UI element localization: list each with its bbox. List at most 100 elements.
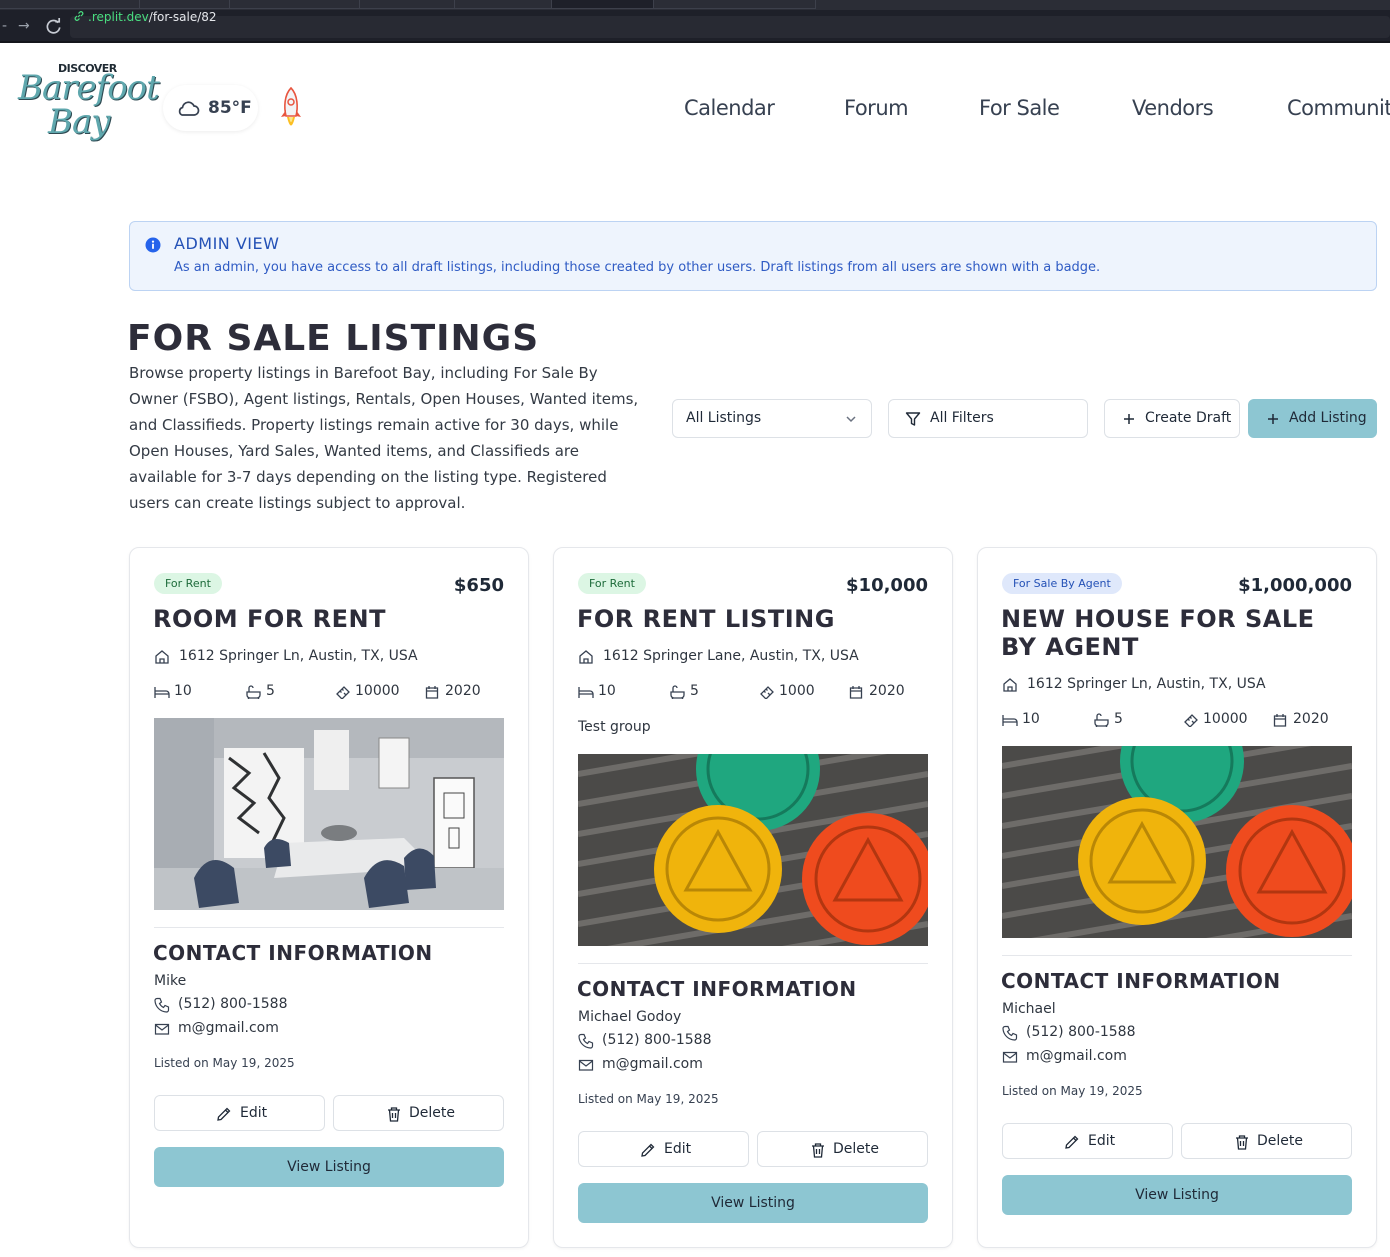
listing-address-text: 1612 Springer Ln, Austin, TX, USA	[1027, 676, 1266, 692]
delete-button[interactable]: Delete	[333, 1095, 504, 1131]
delete-label: Delete	[409, 1105, 455, 1121]
calendar-icon	[849, 686, 863, 699]
pencil-icon	[641, 1143, 655, 1157]
dining-room-photo[interactable]	[154, 718, 504, 910]
bedrooms-value: 10	[598, 683, 616, 699]
contact-email-text: m@gmail.com	[178, 1020, 279, 1036]
all-filters-button[interactable]: All Filters	[888, 399, 1088, 438]
square-feet-value: 10000	[355, 683, 400, 699]
listing-type-badge: For Rent	[578, 573, 646, 594]
browser-tab[interactable]	[360, 0, 455, 9]
recovery-coins-photo[interactable]	[578, 754, 928, 946]
delete-button[interactable]: Delete	[757, 1131, 928, 1167]
listing-card: For Rent $10,000 FOR RENT LISTING 1612 S…	[553, 547, 953, 1248]
pencil-icon	[217, 1107, 231, 1121]
contact-name: Mike	[154, 973, 187, 989]
contact-name: Michael Godoy	[578, 1009, 682, 1025]
listing-title: NEW HOUSE FOR SALE BY AGENT	[1001, 605, 1315, 661]
listed-date: Listed on May 19, 2025	[1002, 1084, 1143, 1098]
square-feet-value: 1000	[779, 683, 815, 699]
calendar-icon	[425, 686, 439, 699]
nav-forum[interactable]: Forum	[844, 94, 909, 122]
site-logo[interactable]: DISCOVER Barefoot Bay	[18, 60, 160, 148]
link-icon	[74, 11, 84, 21]
listing-photo	[154, 718, 504, 910]
add-listing-button[interactable]: Add Listing	[1248, 399, 1377, 438]
listing-price: $1,000,000	[1238, 575, 1352, 596]
info-icon	[145, 237, 161, 253]
back-arrow-icon[interactable]: ‐	[2, 10, 7, 43]
listing-card: For Sale By Agent $1,000,000 NEW HOUSE F…	[977, 547, 1377, 1248]
year-built-value: 2020	[445, 683, 481, 699]
nav-community[interactable]: Community	[1287, 94, 1390, 122]
admin-view-text: As an admin, you have access to all draf…	[174, 260, 1101, 275]
contact-heading: CONTACT INFORMATION	[577, 977, 857, 1001]
listing-type-select[interactable]: All Listings	[672, 399, 872, 438]
create-draft-label: Create Draft	[1145, 410, 1232, 426]
address-bar-text: .replit.dev/for-sale/82	[88, 9, 217, 25]
view-listing-button[interactable]: View Listing	[1002, 1175, 1352, 1215]
calendar-icon	[1273, 714, 1287, 727]
delete-button[interactable]: Delete	[1181, 1123, 1352, 1159]
mail-icon	[1002, 1051, 1018, 1063]
all-filters-label: All Filters	[930, 410, 994, 426]
browser-tab[interactable]	[0, 0, 140, 9]
browser-tab[interactable]	[455, 0, 552, 9]
trash-icon	[812, 1143, 824, 1158]
bathrooms-value: 5	[690, 683, 699, 699]
section-divider	[1002, 955, 1352, 956]
bathrooms-value: 5	[1114, 711, 1123, 727]
edit-button[interactable]: Edit	[154, 1095, 325, 1131]
admin-view-alert: ADMIN VIEW As an admin, you have access …	[129, 221, 1377, 291]
contact-name: Michael	[1002, 1001, 1056, 1017]
section-divider	[578, 963, 928, 964]
view-listing-button[interactable]: View Listing	[154, 1147, 504, 1187]
contact-heading: CONTACT INFORMATION	[153, 941, 433, 965]
bedrooms-value: 10	[174, 683, 192, 699]
browser-tab-active[interactable]	[552, 0, 654, 9]
recovery-coins-photo[interactable]	[1002, 746, 1352, 938]
reload-icon[interactable]	[44, 17, 63, 36]
ruler-icon	[1184, 714, 1198, 727]
browser-tab[interactable]	[140, 0, 230, 9]
listing-group: Test group	[578, 719, 651, 735]
edit-button[interactable]: Edit	[1002, 1123, 1173, 1159]
forward-arrow-icon[interactable]: →	[18, 10, 30, 43]
edit-button[interactable]: Edit	[578, 1131, 749, 1167]
browser-tab[interactable]	[230, 0, 360, 9]
admin-view-title: ADMIN VIEW	[174, 234, 280, 253]
listing-type-badge: For Sale By Agent	[1002, 573, 1122, 594]
nav-calendar[interactable]: Calendar	[684, 94, 775, 122]
browser-tab[interactable]	[654, 0, 816, 9]
trash-icon	[388, 1107, 400, 1122]
year-built-value: 2020	[869, 683, 905, 699]
bed-icon	[154, 687, 170, 698]
bedrooms-value: 10	[1022, 711, 1040, 727]
rocket-icon[interactable]	[278, 86, 304, 136]
filter-icon	[905, 412, 921, 426]
cloud-icon	[178, 101, 200, 116]
home-icon	[155, 650, 169, 664]
section-divider	[154, 927, 504, 928]
nav-vendors[interactable]: Vendors	[1132, 94, 1214, 122]
view-listing-button[interactable]: View Listing	[578, 1183, 928, 1223]
listing-address-text: 1612 Springer Ln, Austin, TX, USA	[179, 648, 418, 664]
listed-date: Listed on May 19, 2025	[154, 1056, 295, 1070]
url-domain: .replit.dev	[88, 10, 149, 24]
edit-label: Edit	[664, 1141, 692, 1157]
weather-widget[interactable]: 85°F	[163, 85, 258, 131]
add-listing-label: Add Listing	[1289, 410, 1367, 426]
url-path: /for-sale/82	[148, 10, 217, 24]
square-feet-value: 10000	[1203, 711, 1248, 727]
listed-date: Listed on May 19, 2025	[578, 1092, 719, 1106]
listing-title: ROOM FOR RENT	[153, 605, 386, 633]
bed-icon	[1002, 715, 1018, 726]
address-bar[interactable]	[70, 16, 1390, 38]
trash-icon	[1236, 1135, 1248, 1150]
nav-for-sale[interactable]: For Sale	[979, 94, 1060, 122]
home-icon	[579, 650, 593, 664]
pencil-icon	[1065, 1135, 1079, 1149]
bath-icon	[246, 685, 261, 699]
create-draft-button[interactable]: Create Draft	[1104, 399, 1240, 438]
plus-icon	[1268, 414, 1278, 424]
